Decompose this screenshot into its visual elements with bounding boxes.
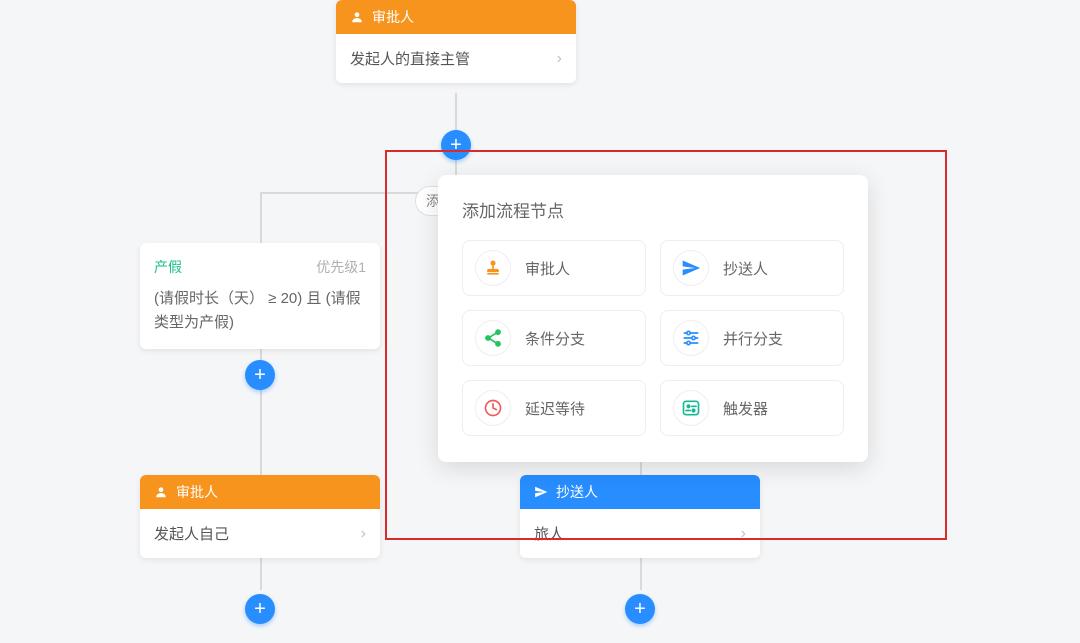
option-label: 抄送人 bbox=[723, 258, 768, 279]
sliders-icon bbox=[673, 320, 709, 356]
chevron-right-icon: › bbox=[557, 50, 562, 68]
send-icon bbox=[673, 250, 709, 286]
option-label: 延迟等待 bbox=[525, 398, 585, 419]
node-type-label: 审批人 bbox=[372, 7, 414, 27]
person-icon bbox=[350, 10, 364, 24]
option-cc[interactable]: 抄送人 bbox=[660, 240, 844, 296]
condition-priority: 优先级1 bbox=[316, 257, 366, 277]
trigger-icon bbox=[673, 390, 709, 426]
approver-node-2[interactable]: 审批人 发起人自己 › bbox=[140, 475, 380, 558]
node-body-text: 发起人的直接主管 bbox=[350, 48, 470, 69]
stamp-icon bbox=[475, 250, 511, 286]
person-icon bbox=[154, 485, 168, 499]
node-type-label: 审批人 bbox=[176, 482, 218, 502]
clock-icon bbox=[475, 390, 511, 426]
condition-title: 产假 bbox=[154, 257, 182, 277]
add-node-popover: 添加流程节点 审批人 抄送人 条件分支 bbox=[438, 175, 868, 462]
add-node-button[interactable]: + bbox=[625, 594, 655, 624]
share-icon bbox=[475, 320, 511, 356]
approver-node-1[interactable]: 审批人 发起人的直接主管 › bbox=[336, 0, 576, 83]
condition-expression: (请假时长（天） ≥ 20) 且 (请假类型为产假) bbox=[154, 287, 366, 335]
option-label: 触发器 bbox=[723, 398, 768, 419]
condition-node[interactable]: 产假 优先级1 (请假时长（天） ≥ 20) 且 (请假类型为产假) bbox=[140, 243, 380, 349]
node-body-text: 发起人自己 bbox=[154, 523, 229, 544]
option-delay[interactable]: 延迟等待 bbox=[462, 380, 646, 436]
chevron-right-icon: › bbox=[361, 525, 366, 543]
option-parallel[interactable]: 并行分支 bbox=[660, 310, 844, 366]
option-trigger[interactable]: 触发器 bbox=[660, 380, 844, 436]
approver-node-header: 审批人 bbox=[336, 0, 576, 34]
option-approver[interactable]: 审批人 bbox=[462, 240, 646, 296]
approver-node-header: 审批人 bbox=[140, 475, 380, 509]
option-label: 条件分支 bbox=[525, 328, 585, 349]
add-node-button[interactable]: + bbox=[245, 594, 275, 624]
add-node-button[interactable]: + bbox=[245, 360, 275, 390]
popover-title: 添加流程节点 bbox=[462, 197, 844, 222]
option-label: 并行分支 bbox=[723, 328, 783, 349]
option-label: 审批人 bbox=[525, 258, 570, 279]
option-conditional[interactable]: 条件分支 bbox=[462, 310, 646, 366]
